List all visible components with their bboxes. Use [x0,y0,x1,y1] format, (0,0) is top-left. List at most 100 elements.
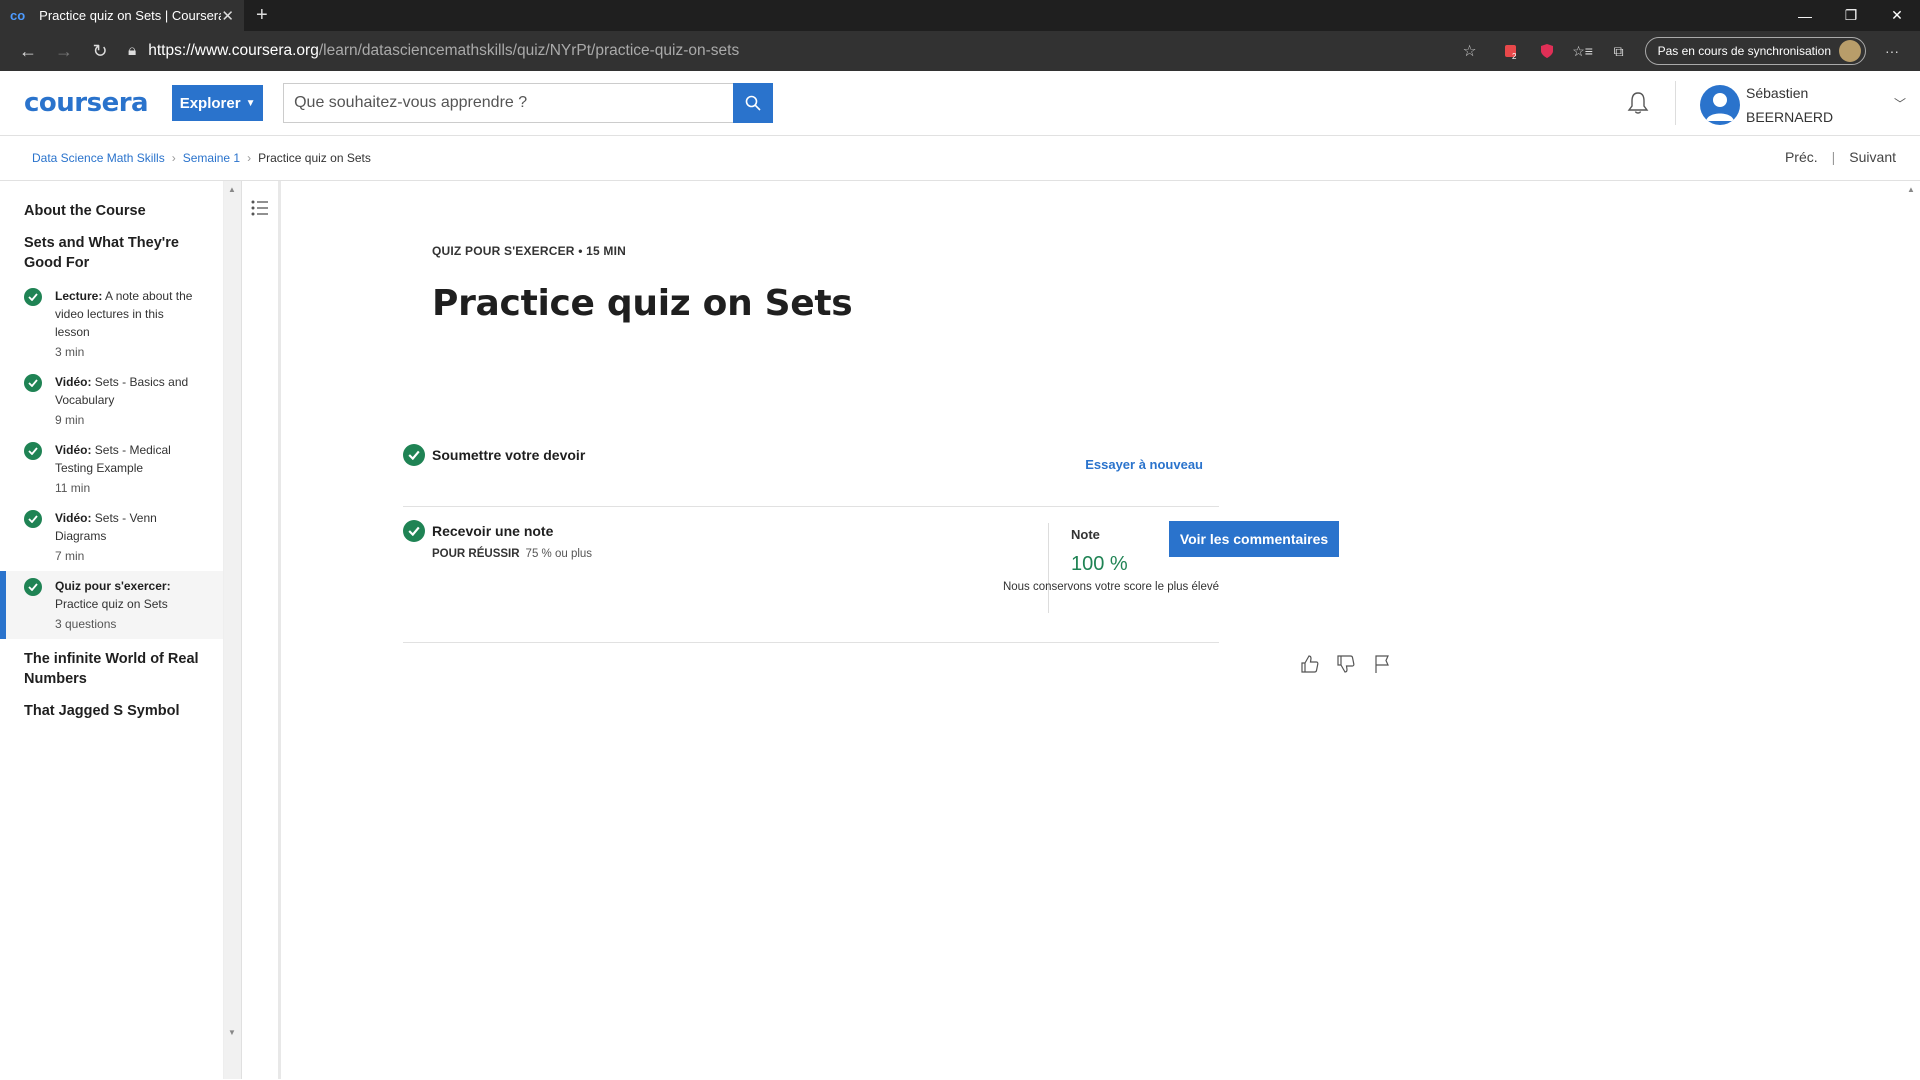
item-duration: 3 min [55,345,85,359]
address-bar[interactable]: 🔒︎ https://www.coursera.org /learn/datas… [128,35,1493,67]
item-duration: 7 min [55,549,85,563]
close-window-icon[interactable]: ✕ [1874,0,1920,31]
check-complete-icon [24,578,42,596]
sidebar-item-video[interactable]: Vidéo: Sets - Basics and Vocabulary 9 min [0,367,223,435]
url-host: https://www.coursera.org [148,42,319,59]
sidebar-section[interactable]: The infinite World of Real Numbers [0,649,223,689]
grade-value: 100 % [1071,553,1128,575]
search-input[interactable] [284,84,734,122]
retry-link[interactable]: Essayer à nouveau [1085,457,1203,472]
item-kicker: QUIZ POUR S'EXERCER • 15 MIN [432,244,627,258]
refresh-icon[interactable]: ↻ [82,35,118,67]
submit-step: Soumettre votre devoir Essayer à nouveau [403,443,1219,507]
sidebar-item-video[interactable]: Vidéo: Sets - Medical Testing Example 11 … [0,435,223,503]
item-type: Vidéo: [55,511,92,525]
collections-icon[interactable]: ⧉ [1601,35,1637,67]
item-type: Vidéo: [55,443,92,457]
item-type: Vidéo: [55,375,92,389]
sync-button[interactable]: Pas en cours de synchronisation [1644,37,1866,65]
url-path: /learn/datasciencemathskills/quiz/NYrPt/… [318,42,740,59]
new-tab-icon[interactable]: + [256,0,268,31]
user-menu[interactable]: Sébastien BEERNAERD ﹀ [1700,81,1906,129]
item-duration: 11 min [55,481,91,495]
sync-label: Pas en cours de synchronisation [1657,44,1831,58]
grade-step: Recevoir une note POUR RÉUSSIR 75 % ou pl… [403,519,1339,643]
coursera-logo[interactable]: coursera [24,88,149,118]
explore-label: Explorer [179,94,241,112]
sidebar-item-lecture[interactable]: Lecture: A note about the video lectures… [0,281,223,367]
header-divider [1675,81,1676,125]
sidebar-section[interactable]: That Jagged S Symbol [0,701,223,721]
minimize-icon[interactable]: — [1782,0,1828,31]
lock-icon: 🔒︎ [128,42,137,59]
view-feedback-button[interactable]: Voir les commentaires [1169,521,1339,557]
feedback-actions [1299,653,1393,675]
grade-label: Note [1071,527,1100,542]
extension-shield-icon[interactable] [1529,35,1565,67]
site-header: coursera Explorer ▼ Sébastien BEERNAERD … [0,71,1920,136]
user-last-name: BEERNAERD [1746,109,1834,125]
course-sidebar: About the Course Sets and What They're G… [0,181,224,1079]
grade-divider [1048,523,1049,613]
search-icon [745,95,761,111]
item-type: Lecture: [55,289,103,303]
sidebar-item-quiz[interactable]: Quiz pour s'exercer: Practice quiz on Se… [0,571,223,639]
pass-label: POUR RÉUSSIR [432,548,520,560]
pass-requirement: POUR RÉUSSIR 75 % ou plus [432,548,592,560]
check-complete-icon [403,520,425,542]
prev-next-nav: Préc. | Suivant [1785,149,1896,165]
browser-tab[interactable]: co Practice quiz on Sets | Coursera ✕ [0,0,244,31]
item-type: Quiz pour s'exercer: [55,579,171,593]
user-first-name: Sébastien [1746,85,1809,101]
scroll-down-icon[interactable]: ▼ [228,1028,236,1037]
more-menu-icon[interactable]: ··· [1874,35,1910,67]
main-content: QUIZ POUR S'EXERCER • 15 MIN Practice qu… [281,181,1920,1079]
window-controls: — ❐ ✕ [1782,0,1920,31]
next-link[interactable]: Suivant [1849,149,1896,165]
submit-step-label: Soumettre votre devoir [432,447,586,463]
sidebar-scrollbar[interactable]: ▲ ▼ [224,181,241,1079]
page-title: Practice quiz on Sets [432,283,853,324]
browser-toolbar: ← → ↻ 🔒︎ https://www.coursera.org /learn… [0,31,1920,71]
close-tab-icon[interactable]: ✕ [221,7,234,25]
forward-icon[interactable]: → [46,35,82,67]
extension-office-icon[interactable]: 2 [1493,35,1529,67]
main-scrollbar[interactable]: ▲ [1903,181,1920,1079]
coursera-favicon-icon: co [10,8,26,23]
search-button[interactable] [733,83,774,123]
sidebar-section[interactable]: Sets and What They're Good For [0,233,223,273]
sidebar-item-video[interactable]: Vidéo: Sets - Venn Diagrams 7 min [0,503,223,571]
list-toggle-icon[interactable] [250,199,270,217]
flag-icon[interactable] [1371,653,1393,675]
thumbs-down-icon[interactable] [1335,653,1357,675]
prev-link[interactable]: Préc. [1785,149,1818,165]
breadcrumb-current: Practice quiz on Sets [258,151,371,165]
restore-icon[interactable]: ❐ [1828,0,1874,31]
content-area: About the Course Sets and What They're G… [0,181,1920,1079]
chevron-right-icon: › [171,151,176,165]
back-icon[interactable]: ← [10,35,46,67]
favorites-icon[interactable]: ☆≡ [1565,35,1601,67]
breadcrumb: Data Science Math Skills › Semaine 1 › P… [0,136,1920,181]
check-complete-icon [24,288,42,306]
check-complete-icon [24,510,42,528]
sidebar-section[interactable]: About the Course [0,201,223,221]
check-complete-icon [403,444,425,466]
notifications-bell-icon[interactable] [1624,88,1652,118]
breadcrumb-week[interactable]: Semaine 1 [183,151,240,165]
breadcrumb-course[interactable]: Data Science Math Skills [32,151,165,165]
scroll-up-icon[interactable]: ▲ [228,185,236,194]
explore-button[interactable]: Explorer ▼ [172,85,264,121]
svg-text:2: 2 [1512,52,1517,59]
tab-title: Practice quiz on Sets | Coursera [39,8,222,23]
scroll-up-icon[interactable]: ▲ [1907,185,1915,194]
toc-toggle-strip [241,181,281,1079]
grade-step-label: Recevoir une note [432,523,554,539]
thumbs-up-icon[interactable] [1299,653,1321,675]
favorite-star-icon[interactable]: ☆ [1463,42,1477,61]
divider: | [1831,149,1836,165]
pass-value: 75 % ou plus [525,548,593,560]
item-duration: 9 min [55,413,85,427]
highest-score-note: Nous conservons votre score le plus élev… [1002,581,1219,593]
user-avatar-icon [1700,85,1740,125]
